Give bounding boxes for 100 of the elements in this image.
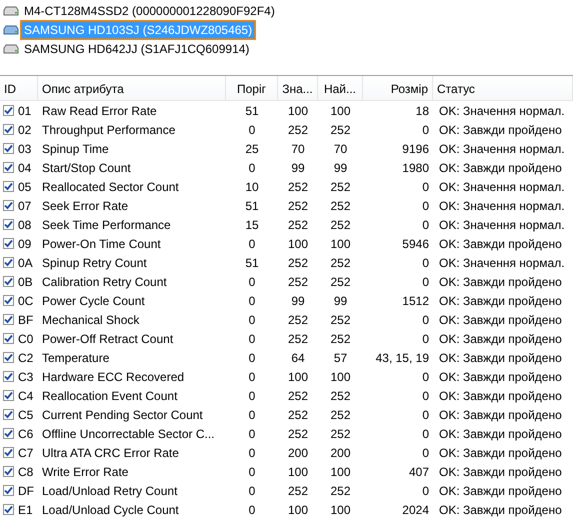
table-cell: 08 <box>18 218 32 232</box>
checkbox[interactable] <box>3 257 14 268</box>
checkbox[interactable] <box>3 314 14 325</box>
hard-drive-icon <box>3 44 19 54</box>
table-cell: Mechanical Shock <box>42 312 140 326</box>
column-header[interactable]: Зна... <box>278 76 318 100</box>
checkbox[interactable] <box>3 200 14 211</box>
table-cell: 0 <box>422 370 429 384</box>
table-cell: 252 <box>330 198 351 212</box>
table-cell: 0 <box>248 350 256 364</box>
table-cell: 252 <box>330 256 351 270</box>
checkbox[interactable] <box>3 409 14 420</box>
table-cell: 0 <box>248 332 256 346</box>
table-cell: Spinup Time <box>42 142 109 156</box>
table-cell: 0 <box>248 274 256 288</box>
table-cell: 0 <box>422 426 429 440</box>
checkbox[interactable] <box>3 333 14 344</box>
table-cell: Reallocated Sector Count <box>42 180 179 194</box>
checkbox[interactable] <box>3 371 14 382</box>
table-cell: 252 <box>288 426 308 440</box>
table-cell: 51 <box>245 104 259 118</box>
table-cell: Current Pending Sector Count <box>42 408 203 422</box>
checkbox[interactable] <box>3 238 14 249</box>
table-cell: 64 <box>291 350 305 364</box>
table-cell: 252 <box>288 312 308 326</box>
table-cell: 0 <box>248 294 256 308</box>
column-header[interactable]: Розмір <box>363 76 433 100</box>
table-cell: 252 <box>330 122 351 136</box>
checkbox[interactable] <box>3 162 14 173</box>
table-cell: OK: Завжди пройдено <box>439 350 562 364</box>
column-header[interactable]: Статус <box>433 76 573 100</box>
table-cell: 0 <box>422 446 429 460</box>
table-cell: OK: Завжди пройдено <box>439 122 562 136</box>
checkbox[interactable] <box>3 428 14 439</box>
table-cell: Hardware ECC Recovered <box>42 370 184 384</box>
column-header[interactable]: Най... <box>318 76 363 100</box>
table-cell: Reallocation Event Count <box>42 388 178 402</box>
table-cell: 07 <box>18 198 32 212</box>
table-cell: Seek Time Performance <box>42 218 171 232</box>
checkbox[interactable] <box>3 219 14 230</box>
table-cell: OK: Значення нормал. <box>439 180 565 194</box>
table-cell: C4 <box>18 388 34 402</box>
checkbox[interactable] <box>3 352 14 363</box>
table-cell: DF <box>18 484 34 498</box>
table-cell: 0 <box>422 312 429 326</box>
column-header[interactable]: Поріг <box>226 76 278 100</box>
checkbox[interactable] <box>3 124 14 135</box>
table-cell: OK: Завжди пройдено <box>439 484 562 498</box>
table-cell: 0 <box>422 332 429 346</box>
table-cell: 0 <box>422 122 429 136</box>
table-cell: Ultra ATA CRC Error Rate <box>42 446 179 460</box>
table-cell: 15 <box>245 218 259 232</box>
table-cell: C8 <box>18 464 34 478</box>
table-cell: 252 <box>330 484 351 498</box>
checkbox[interactable] <box>3 466 14 477</box>
checkbox[interactable] <box>3 504 14 515</box>
table-cell: 100 <box>288 236 308 250</box>
table-cell: 100 <box>288 464 308 478</box>
table-cell: 252 <box>288 256 308 270</box>
column-header[interactable]: Опис атрибута <box>38 76 226 100</box>
checkbox[interactable] <box>3 447 14 458</box>
column-header[interactable]: ID <box>0 76 38 100</box>
table-cell: OK: Значення нормал. <box>439 256 565 270</box>
drive-item[interactable]: M4-CT128M4SSD2 (000000001228090F92F4) <box>21 2 278 20</box>
table-cell: 252 <box>330 180 351 194</box>
table-cell: 252 <box>288 274 308 288</box>
table-cell: Temperature <box>42 350 110 364</box>
checkbox[interactable] <box>3 390 14 401</box>
table-cell: 100 <box>288 502 308 516</box>
table-cell: 70 <box>334 142 348 156</box>
table-cell: OK: Завжди пройдено <box>439 502 562 516</box>
table-cell: Load/Unload Retry Count <box>42 484 178 498</box>
drive-item[interactable]: SAMSUNG HD642JJ (S1AFJ1CQ609914) <box>21 40 252 58</box>
table-cell: 100 <box>330 370 351 384</box>
table-cell: 0 <box>422 180 429 194</box>
table-cell: 05 <box>18 180 32 194</box>
table-cell: 0 <box>422 256 429 270</box>
table-cell: 407 <box>408 464 429 478</box>
hard-drive-icon <box>3 24 19 34</box>
table-cell: 252 <box>330 332 351 346</box>
checkbox[interactable] <box>3 485 14 496</box>
table-cell: 0C <box>18 294 34 308</box>
table-cell: 03 <box>18 142 32 156</box>
table-cell: 0 <box>248 464 256 478</box>
checkbox[interactable] <box>3 105 14 116</box>
checkbox[interactable] <box>3 181 14 192</box>
table-cell: 0 <box>422 388 429 402</box>
table-cell: 10 <box>245 180 259 194</box>
checkbox[interactable] <box>3 276 14 287</box>
table-cell: 0 <box>248 408 256 422</box>
table-cell: 0 <box>248 388 256 402</box>
table-cell: 0 <box>248 160 256 174</box>
table-cell: OK: Завжди пройдено <box>439 332 562 346</box>
table-cell: 252 <box>288 198 308 212</box>
checkbox[interactable] <box>3 143 14 154</box>
table-cell: 100 <box>330 236 351 250</box>
table-cell: 252 <box>288 218 308 232</box>
table-cell: Power Cycle Count <box>42 294 145 308</box>
table-cell: 252 <box>288 180 308 194</box>
checkbox[interactable] <box>3 295 14 306</box>
